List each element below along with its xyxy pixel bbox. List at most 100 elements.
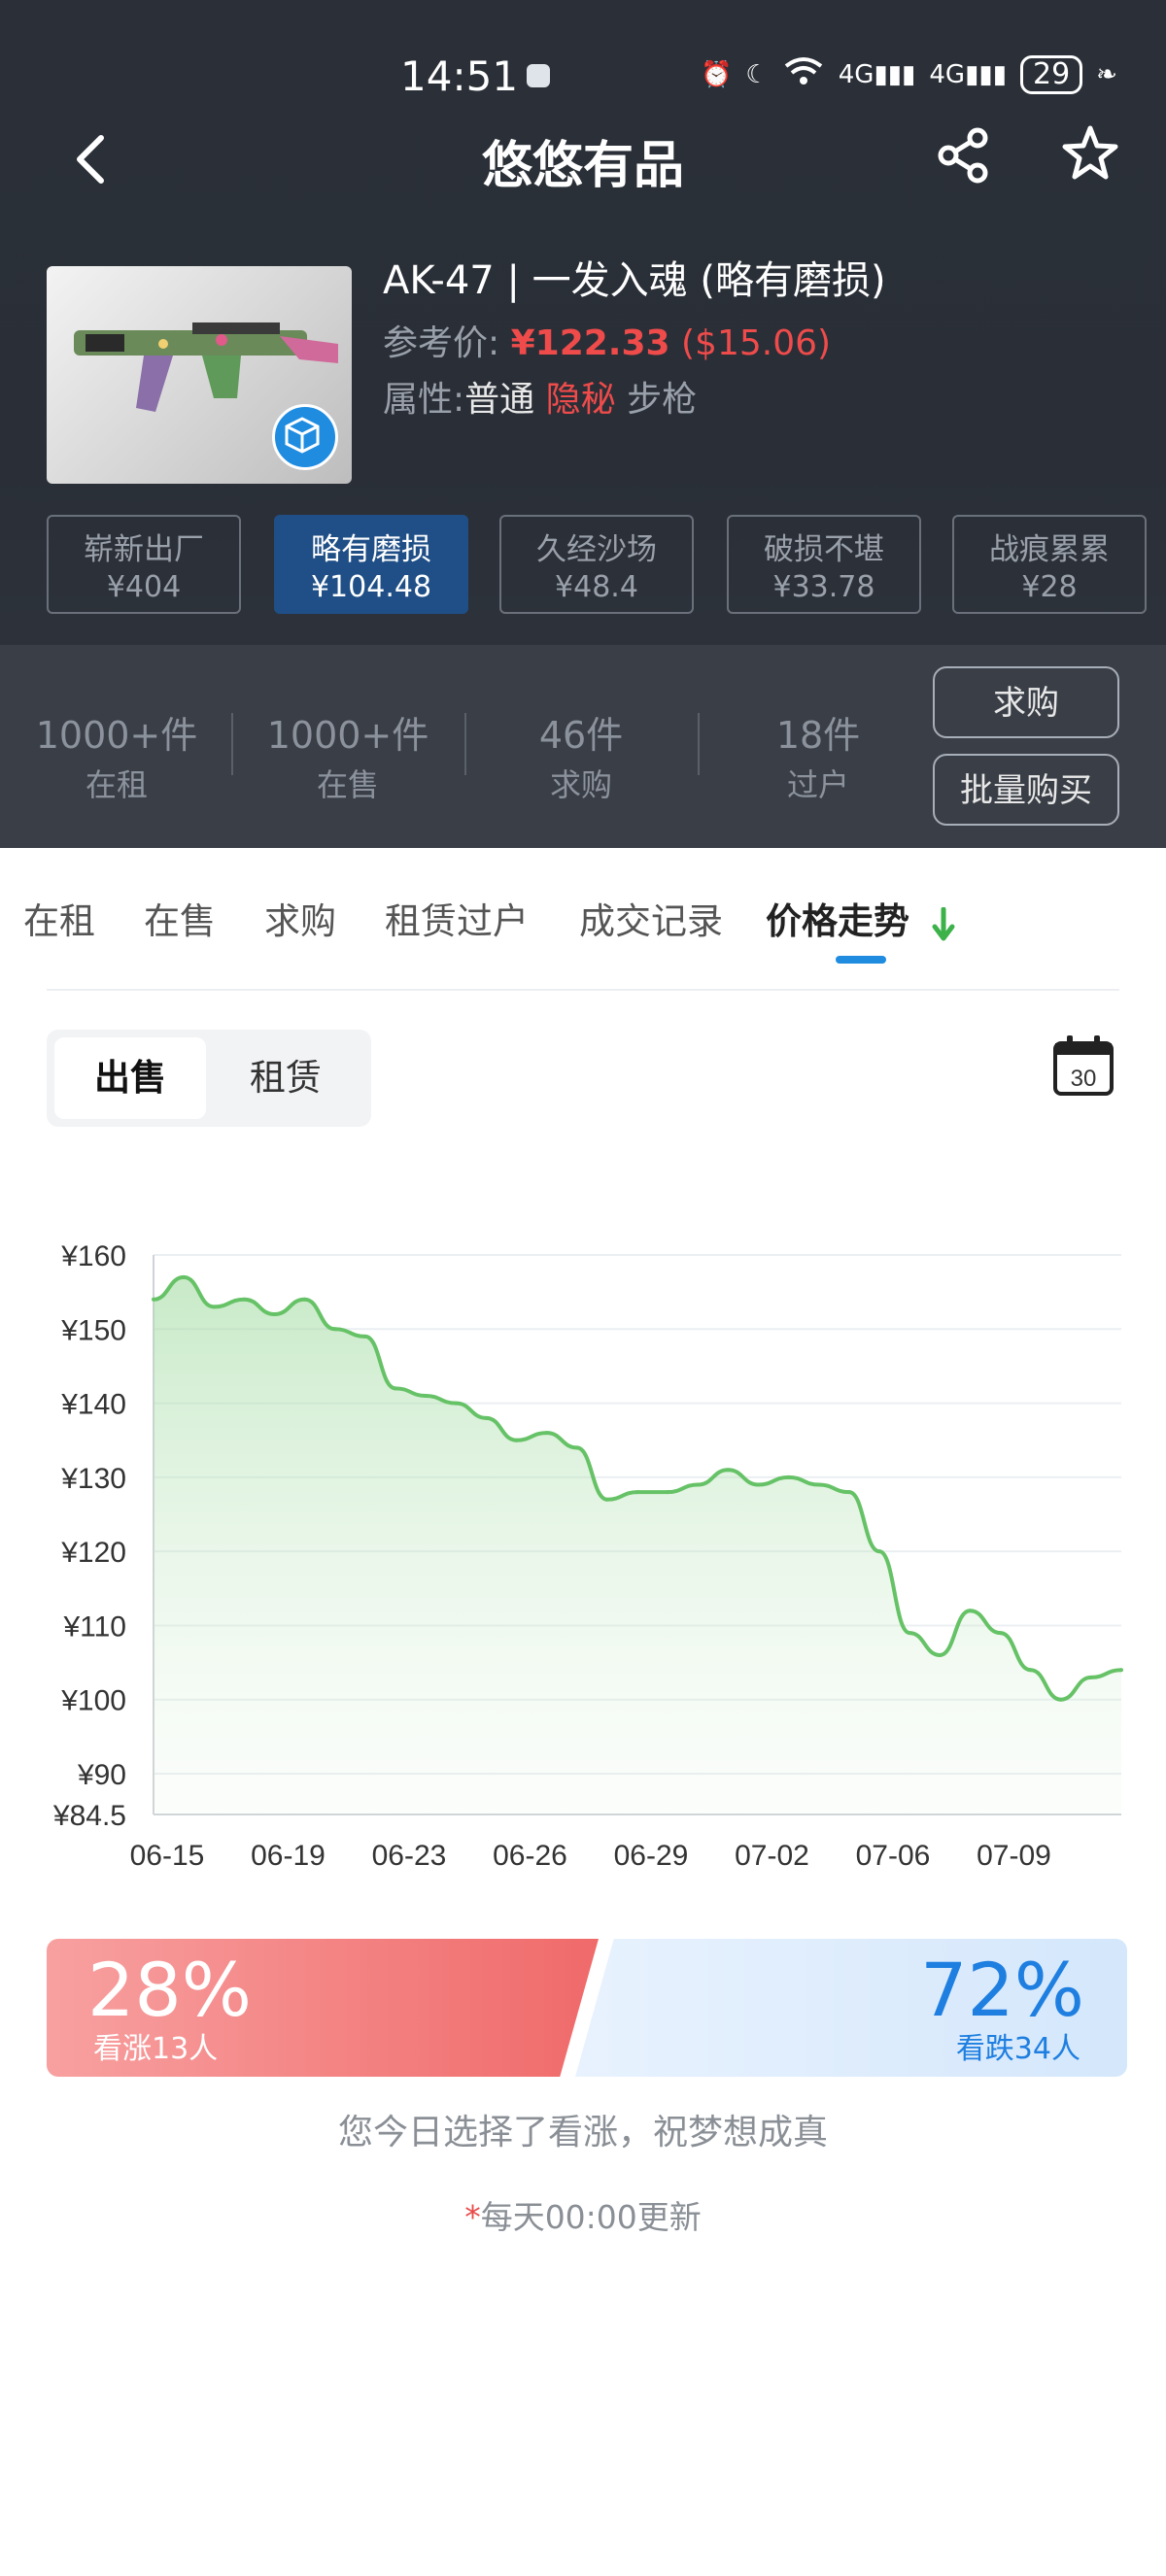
status-time: 14:51 <box>400 52 519 100</box>
wear-name: 战痕累累 <box>989 532 1110 567</box>
price-point[interactable] <box>544 1431 549 1436</box>
price-point[interactable] <box>1028 1668 1033 1673</box>
price-point[interactable] <box>394 1386 397 1391</box>
calendar-day: 30 <box>1071 1066 1097 1092</box>
stat-count: 1000+件 <box>35 714 198 757</box>
trade-type-segment: 出售 租赁 <box>47 1030 371 1127</box>
price-point[interactable] <box>302 1297 307 1302</box>
price-point[interactable] <box>212 1305 217 1309</box>
price-point[interactable] <box>152 1297 155 1302</box>
stat-sale[interactable]: 1000+件 在售 <box>241 705 455 805</box>
price-point[interactable] <box>998 1631 1003 1636</box>
x-tick-label: 07-02 <box>735 1840 809 1872</box>
item-name: AK-47 | 一发入魂 (略有磨损) <box>383 258 886 303</box>
segment-sell[interactable]: 出售 <box>54 1037 206 1119</box>
y-tick-label: ¥90 <box>77 1759 126 1791</box>
x-tick-label: 06-15 <box>130 1840 205 1872</box>
wear-name: 略有磨损 <box>311 532 431 567</box>
wear-option-well-worn[interactable]: 破损不堪 ¥33.78 <box>727 515 921 614</box>
tab-buy-request[interactable]: 求购 <box>264 892 336 944</box>
price-point[interactable] <box>908 1631 912 1636</box>
vote-message: 您今日选择了看涨，祝梦想成真 <box>337 2113 828 2152</box>
bearish-percent: 72% <box>920 1947 1084 2033</box>
price-point[interactable] <box>666 1490 670 1495</box>
signal-1-icon: 4G▮▮▮ <box>838 59 916 89</box>
price-point[interactable] <box>1088 1675 1093 1679</box>
stat-buy-request[interactable]: 46件 求购 <box>474 705 688 805</box>
price-point[interactable] <box>816 1482 821 1487</box>
stat-count: 18件 <box>775 714 861 757</box>
signal-2-icon: 4G▮▮▮ <box>929 59 1008 89</box>
price-point[interactable] <box>846 1490 851 1495</box>
tab-price-trend[interactable]: 价格走势 <box>766 892 909 944</box>
wear-option-field-tested[interactable]: 久经沙场 ¥48.4 <box>499 515 694 614</box>
alarm-icon: ⏰ <box>701 59 733 89</box>
top-nav: 悠悠有品 <box>0 117 1166 214</box>
price-point[interactable] <box>182 1274 187 1279</box>
price-point[interactable] <box>756 1482 761 1487</box>
price-point[interactable] <box>332 1327 337 1332</box>
battery-icon: 29 <box>1020 54 1083 94</box>
item-header: 14:51 ⏰ ☾ 4G▮▮▮ 4G▮▮▮ 29 ❧ 悠悠有品 AK-47 | … <box>0 0 1166 848</box>
inspect-badge-icon[interactable] <box>272 404 338 470</box>
tab-transaction-records[interactable]: 成交记录 <box>579 892 723 944</box>
bulk-buy-button[interactable]: 批量购买 <box>933 754 1119 826</box>
price-point[interactable] <box>514 1438 519 1442</box>
price-point[interactable] <box>696 1482 701 1487</box>
bullish-count: 看涨13人 <box>93 2032 219 2066</box>
stat-label: 求购 <box>549 766 612 803</box>
stat-count: 46件 <box>538 714 624 757</box>
y-tick-label: ¥100 <box>60 1685 126 1717</box>
price-point[interactable] <box>938 1652 943 1657</box>
moon-icon: ☾ <box>745 59 769 89</box>
tab-rent[interactable]: 在租 <box>23 892 95 944</box>
y-tick-label: ¥150 <box>60 1314 126 1346</box>
price-point[interactable] <box>635 1490 639 1495</box>
stat-label: 过户 <box>786 766 849 803</box>
update-asterisk: * <box>464 2198 481 2236</box>
price-point[interactable] <box>272 1312 277 1317</box>
update-note: *每天00:00更新 <box>0 2191 1166 2238</box>
price-point[interactable] <box>604 1497 609 1502</box>
stat-rent[interactable]: 1000+件 在租 <box>10 705 223 805</box>
tabs-divider <box>47 989 1119 991</box>
wear-name: 崭新出厂 <box>84 532 204 567</box>
price-point[interactable] <box>574 1445 579 1450</box>
tab-rental-transfer[interactable]: 租赁过户 <box>385 892 529 944</box>
price-point[interactable] <box>362 1334 367 1339</box>
content-tabs: 在租 在售 求购 租赁过户 成交记录 价格走势 <box>0 874 1166 991</box>
price-point[interactable] <box>424 1393 429 1398</box>
buy-request-button[interactable]: 求购 <box>933 666 1119 738</box>
segment-rent[interactable]: 租赁 <box>210 1037 361 1119</box>
status-icons: ⏰ ☾ 4G▮▮▮ 4G▮▮▮ 29 ❧ <box>701 54 1117 94</box>
attr-quality: 普通 <box>464 380 535 420</box>
bearish-count: 看跌34人 <box>955 2032 1080 2066</box>
wifi-icon <box>782 54 825 94</box>
price-point[interactable] <box>1119 1668 1123 1673</box>
calendar-button[interactable]: 30 <box>1051 1034 1115 1098</box>
tab-sale[interactable]: 在售 <box>144 892 216 944</box>
price-trend-chart: ¥160 ¥150 ¥140 ¥130 ¥120 ¥110 ¥100 ¥90 ¥84.5 06-… <box>52 1240 1123 1872</box>
favorite-star-icon[interactable] <box>1059 122 1121 185</box>
price-point[interactable] <box>1058 1697 1063 1702</box>
calendar-icon: 30 <box>1053 1035 1114 1096</box>
price-point[interactable] <box>454 1401 459 1406</box>
price-point[interactable] <box>242 1297 247 1302</box>
stat-count: 1000+件 <box>266 714 429 757</box>
price-point[interactable] <box>968 1609 973 1613</box>
wear-option-minimal-wear[interactable]: 略有磨损 ¥104.48 <box>274 515 468 614</box>
price-point[interactable] <box>786 1474 791 1479</box>
stat-transfer[interactable]: 18件 过户 <box>711 705 925 805</box>
price-point[interactable] <box>726 1468 731 1473</box>
wear-option-factory-new[interactable]: 崭新出厂 ¥404 <box>47 515 241 614</box>
wear-option-battle-scarred[interactable]: 战痕累累 ¥28 <box>952 515 1147 614</box>
item-image <box>47 266 352 484</box>
reference-price: 参考价: ¥122.33 ($15.06) <box>383 315 831 365</box>
share-icon[interactable] <box>935 126 993 185</box>
price-point[interactable] <box>877 1549 881 1554</box>
x-tick-label: 06-29 <box>614 1840 689 1872</box>
price-point[interactable] <box>484 1415 489 1420</box>
x-tick-label: 06-26 <box>493 1840 567 1872</box>
leaf-icon: ❧ <box>1096 59 1117 89</box>
ref-price-label: 参考价: <box>383 323 500 363</box>
